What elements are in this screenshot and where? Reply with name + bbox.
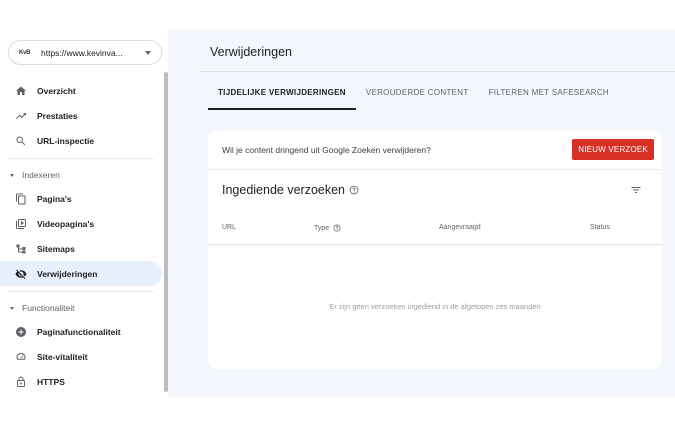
nav-divider — [8, 291, 154, 292]
sidebar-item-site-vitaliteit[interactable]: Site-vitaliteit — [0, 344, 162, 369]
property-selector[interactable]: KvB https://www.kevinva... — [8, 40, 162, 65]
section-header-indexeren[interactable]: Indexeren — [0, 164, 162, 186]
sidebar-item-paginafunctionaliteit[interactable]: Paginafunctionaliteit — [0, 319, 162, 344]
eye-off-icon — [15, 268, 27, 280]
search-icon — [15, 135, 27, 147]
filter-icon[interactable] — [630, 184, 642, 196]
tab-bar: TIJDELIJKE VERWIJDERINGEN VEROUDERDE CON… — [208, 82, 619, 110]
urgent-removal-banner: Wil je content dringend uit Google Zoeke… — [208, 130, 662, 170]
column-header-label: Type — [314, 224, 330, 232]
column-header-status[interactable]: Status — [590, 224, 610, 231]
nav-divider — [8, 158, 154, 159]
tab-verouderde-content[interactable]: VEROUDERDE CONTENT — [356, 82, 479, 110]
sidebar-item-label: Prestaties — [37, 110, 78, 121]
sidebar-item-sitemaps[interactable]: Sitemaps — [0, 236, 162, 261]
lock-icon — [15, 376, 27, 388]
new-request-button[interactable]: NIEUW VERZOEK — [572, 139, 654, 160]
collapse-caret-icon — [10, 173, 14, 177]
column-header-aangevraagd[interactable]: Aangevraagd — [439, 224, 481, 231]
sidebar-item-label: Verwijderingen — [37, 268, 98, 279]
dropdown-caret-icon — [145, 50, 151, 55]
sidebar-item-paginas[interactable]: Pagina's — [0, 186, 162, 211]
table-header: URL Type Aangevraagd Status — [208, 218, 662, 245]
gauge-icon — [15, 351, 27, 363]
property-url: https://www.kevinva... — [41, 47, 123, 58]
trending-up-icon — [15, 110, 27, 122]
empty-state-message: Er zijn geen verzoeken ingediend in de a… — [329, 302, 541, 311]
help-icon[interactable] — [349, 185, 359, 195]
page-title: Verwijderingen — [210, 45, 292, 59]
banner-text: Wil je content dringend uit Google Zoeke… — [222, 144, 431, 155]
sidebar-item-prestaties[interactable]: Prestaties — [0, 103, 162, 128]
home-icon — [15, 85, 27, 97]
sitemap-icon — [15, 243, 27, 255]
tab-filteren-met-safesearch[interactable]: FILTEREN MET SAFESEARCH — [479, 82, 619, 110]
section-header-functionaliteit[interactable]: Functionaliteit — [0, 297, 162, 319]
help-icon[interactable] — [333, 224, 341, 232]
sidebar-item-videopaginas[interactable]: Videopagina's — [0, 211, 162, 236]
search-console-app: KvB https://www.kevinva... Overzicht Pre… — [0, 0, 675, 427]
requests-card: Wil je content dringend uit Google Zoeke… — [208, 130, 662, 369]
sidebar-item-overzicht[interactable]: Overzicht — [0, 78, 162, 103]
column-header-url[interactable]: URL — [222, 224, 236, 231]
add-circle-icon — [15, 326, 27, 338]
sidebar-item-label: Paginafunctionaliteit — [37, 326, 121, 337]
card-title-row: Ingediende verzoeken — [208, 170, 662, 210]
property-logo: KvB — [19, 49, 31, 56]
sidebar-item-verwijderingen[interactable]: Verwijderingen — [0, 261, 162, 286]
sidebar-item-label: URL-inspectie — [37, 135, 95, 146]
section-label: Functionaliteit — [22, 303, 75, 313]
sidebar-item-url-inspectie[interactable]: URL-inspectie — [0, 128, 162, 153]
sidebar-item-label: Videopagina's — [37, 218, 95, 229]
sidebar-item-label: Pagina's — [37, 193, 72, 204]
video-pages-icon — [15, 218, 27, 230]
pages-icon — [15, 193, 27, 205]
header-divider — [200, 71, 675, 72]
sidebar-nav: Overzicht Prestaties URL-inspectie Index… — [0, 78, 162, 394]
sidebar-item-label: Overzicht — [37, 85, 76, 96]
sidebar: KvB https://www.kevinva... Overzicht Pre… — [0, 30, 168, 394]
section-label: Indexeren — [22, 170, 60, 180]
card-title: Ingediende verzoeken — [222, 183, 346, 197]
column-header-type[interactable]: Type — [314, 224, 341, 232]
sidebar-item-label: Sitemaps — [37, 243, 75, 254]
collapse-caret-icon — [10, 306, 14, 310]
sidebar-item-https[interactable]: HTTPS — [0, 369, 162, 394]
main-content: Verwijderingen TIJDELIJKE VERWIJDERINGEN… — [168, 30, 675, 397]
tab-tijdelijke-verwijderingen[interactable]: TIJDELIJKE VERWIJDERINGEN — [208, 82, 356, 110]
sidebar-item-label: HTTPS — [37, 376, 65, 387]
sidebar-item-label: Site-vitaliteit — [37, 351, 88, 362]
